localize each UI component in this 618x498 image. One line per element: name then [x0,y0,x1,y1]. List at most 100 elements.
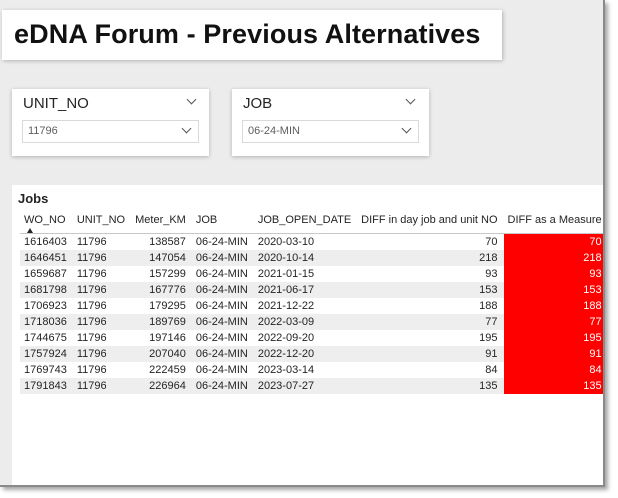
cell-unit-no: 11796 [76,364,107,376]
cell-diff-days: 91 [485,348,498,360]
slicer-title: UNIT_NO [23,95,89,112]
table-row[interactable]: 1659687 11796 157299 06-24-MIN 2021-01-15 93 9… [20,266,603,282]
cell-diff-days: 195 [479,332,498,344]
cell-wo-no: 1616403 [24,236,67,248]
dropdown-value: 11796 [28,125,58,137]
job-dropdown[interactable]: 06-24-MIN [242,120,419,143]
cell-diff-measure: 218 [503,250,603,266]
table-body: 1616403 11796 138587 06-24-MIN 2020-03-10 70 7… [20,233,603,394]
cell-wo-no: 1744675 [24,332,67,344]
report-canvas: eDNA Forum - Previous Alternatives UNIT_… [0,0,605,487]
cell-diff-days: 77 [485,316,498,328]
cell-job: 06-24-MIN [195,380,248,392]
cell-job: 06-24-MIN [195,252,248,264]
cell-wo-no: 1659687 [24,268,67,280]
cell-diff-measure: 70 [503,233,603,250]
jobs-table-visual: Jobs WO_NO UNIT_NO Meter_KM JOB JOB_OPEN… [12,185,603,485]
chevron-down-icon[interactable] [181,123,192,134]
cell-job-open-date: 2021-12-22 [257,300,315,312]
table-row[interactable]: 1769743 11796 222459 06-24-MIN 2023-03-14 84 8… [20,362,603,378]
jobs-table: WO_NO UNIT_NO Meter_KM JOB JOB_OPEN_DATE… [20,209,604,394]
cell-unit-no: 11796 [76,316,107,328]
table-row[interactable]: 1757924 11796 207040 06-24-MIN 2022-12-20 91 9… [20,346,603,362]
cell-wo-no: 1718036 [24,316,67,328]
cell-job-open-date: 2021-06-17 [257,284,315,296]
table-row[interactable]: 1681798 11796 167776 06-24-MIN 2021-06-17 153… [20,282,603,298]
table-row[interactable]: 1646451 11796 147054 06-24-MIN 2020-10-14 218… [20,250,603,266]
cell-job: 06-24-MIN [195,300,248,312]
column-header-job[interactable]: JOB [192,209,254,234]
cell-meter-km: 207040 [149,348,186,360]
cell-diff-measure: 91 [503,346,603,362]
column-header-wo-no[interactable]: WO_NO [20,209,73,234]
cell-unit-no: 11796 [76,380,107,392]
cell-job: 06-24-MIN [195,268,248,280]
cell-unit-no: 11796 [76,300,107,312]
cell-diff-measure: 188 [503,298,603,314]
cell-diff-days: 93 [485,268,498,280]
cell-wo-no: 1706923 [24,300,67,312]
unit-no-slicer[interactable]: UNIT_NO 11796 [12,89,209,156]
cell-unit-no: 11796 [76,252,107,264]
page-title: eDNA Forum - Previous Alternatives [14,19,481,49]
cell-unit-no: 11796 [76,332,107,344]
cell-diff-days: 218 [479,252,498,264]
chevron-down-icon[interactable] [186,94,197,105]
cell-unit-no: 11796 [76,268,107,280]
cell-wo-no: 1757924 [24,348,67,360]
cell-meter-km: 226964 [149,380,186,392]
table-title: Jobs [18,191,49,206]
cell-diff-measure: 93 [503,266,603,282]
column-header-label: WO_NO [24,214,66,226]
cell-diff-days: 135 [479,380,498,392]
cell-meter-km: 138587 [149,236,186,248]
cell-job: 06-24-MIN [195,236,248,248]
cell-wo-no: 1791843 [24,380,67,392]
table-row[interactable]: 1718036 11796 189769 06-24-MIN 2022-03-09 77 7… [20,314,603,330]
slicer-title: JOB [243,95,273,112]
table-row[interactable]: 1706923 11796 179295 06-24-MIN 2021-12-22 188… [20,298,603,314]
cell-meter-km: 179295 [149,300,186,312]
chevron-down-icon[interactable] [405,94,416,105]
cell-unit-no: 11796 [76,236,107,248]
cell-diff-measure: 195 [503,330,603,346]
chevron-down-icon[interactable] [401,123,412,134]
cell-unit-no: 11796 [76,348,107,360]
cell-meter-km: 157299 [149,268,186,280]
cell-meter-km: 189769 [149,316,186,328]
cell-job-open-date: 2022-12-20 [257,348,315,360]
cell-job: 06-24-MIN [195,284,248,296]
table-row[interactable]: 1616403 11796 138587 06-24-MIN 2020-03-10 70 7… [20,233,603,250]
cell-meter-km: 167776 [149,284,186,296]
dropdown-value: 06-24-MIN [248,125,300,137]
cell-job-open-date: 2020-10-14 [257,252,315,264]
column-header-diff-days[interactable]: DIFF in day job and unit NO [357,209,503,234]
cell-job-open-date: 2021-01-15 [257,268,315,280]
cell-job-open-date: 2020-03-10 [257,236,315,248]
cell-job: 06-24-MIN [195,364,248,376]
job-slicer[interactable]: JOB 06-24-MIN [232,89,429,156]
unit-no-dropdown[interactable]: 11796 [22,120,199,143]
column-header-job-open-date[interactable]: JOB_OPEN_DATE [254,209,357,234]
table-row[interactable]: 1791843 11796 226964 06-24-MIN 2023-07-27 135… [20,378,603,394]
column-header-diff-measure[interactable]: DIFF as a Measure [504,209,604,234]
cell-diff-measure: 153 [503,282,603,298]
cell-diff-days: 70 [485,236,498,248]
cell-job-open-date: 2023-07-27 [257,380,315,392]
cell-diff-days: 153 [479,284,498,296]
cell-job-open-date: 2023-03-14 [257,364,315,376]
cell-job: 06-24-MIN [195,348,248,360]
table-row[interactable]: 1744675 11796 197146 06-24-MIN 2022-09-20 195… [20,330,603,346]
cell-meter-km: 197146 [149,332,186,344]
cell-wo-no: 1646451 [24,252,67,264]
cell-diff-days: 84 [485,364,498,376]
column-header-unit-no[interactable]: UNIT_NO [73,209,131,234]
sort-ascending-icon[interactable] [27,228,33,233]
column-header-meter-km[interactable]: Meter_KM [131,209,192,234]
cell-diff-measure: 135 [503,378,603,394]
cell-wo-no: 1681798 [24,284,67,296]
cell-wo-no: 1769743 [24,364,67,376]
table-header-row: WO_NO UNIT_NO Meter_KM JOB JOB_OPEN_DATE… [20,209,604,234]
cell-job-open-date: 2022-03-09 [257,316,315,328]
cell-meter-km: 222459 [149,364,186,376]
